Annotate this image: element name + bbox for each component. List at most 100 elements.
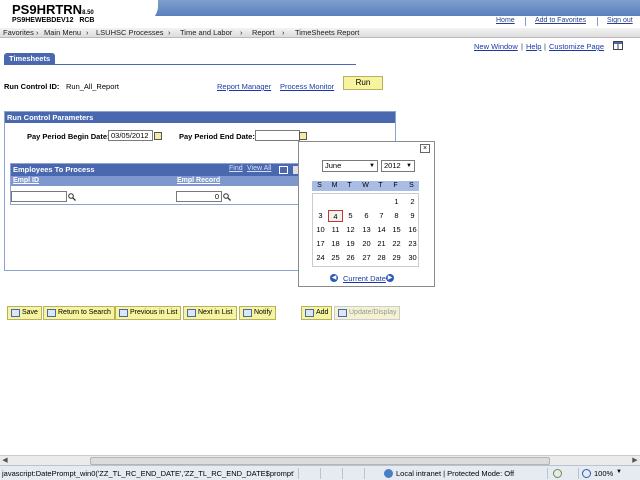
server-user: PS9HEWEBDEV12 RCB (12, 17, 95, 24)
calendar-day[interactable]: 1 (389, 196, 404, 208)
calendar-day[interactable]: 28 (374, 252, 389, 264)
return-to-search-button[interactable]: Return to Search (43, 306, 115, 320)
previous-icon[interactable]: ◀ (330, 274, 338, 282)
separator (298, 468, 299, 479)
previous-in-list-button[interactable]: Previous in List (115, 306, 182, 320)
calendar-day[interactable]: 6 (359, 210, 374, 222)
new-window-link[interactable]: New Window (474, 42, 518, 51)
menu-lsuhsc-processes[interactable]: LSUHSC Processes (96, 28, 164, 37)
menu-bar: Favorites › Main Menu › LSUHSC Processes… (0, 28, 640, 38)
zoom-icon[interactable] (582, 469, 591, 478)
calendar-day[interactable]: 13 (359, 224, 374, 236)
calendar-day[interactable]: 21 (374, 238, 389, 250)
tab-underline (4, 64, 356, 65)
empl-id-input[interactable] (11, 191, 67, 202)
menu-time-and-labor[interactable]: Time and Labor (180, 28, 232, 37)
update-icon (338, 309, 347, 317)
end-date-input[interactable] (255, 130, 300, 141)
month-select[interactable]: June ▼ (322, 160, 378, 172)
col-empl-id[interactable]: Empl ID (13, 177, 39, 184)
help-link[interactable]: Help (526, 42, 541, 51)
add-to-favorites-link[interactable]: Add to Favorites (535, 17, 586, 24)
next-icon (187, 309, 196, 317)
calendar-day[interactable]: 15 (389, 224, 404, 236)
status-bar: javascript:DatePrompt_win0('ZZ_TL_RC_END… (0, 465, 640, 480)
next-in-list-button[interactable]: Next in List (183, 306, 237, 320)
customize-page-link[interactable]: Customize Page (549, 42, 604, 51)
horizontal-scrollbar[interactable]: ◀ ▶ (0, 455, 640, 465)
calendar-day[interactable]: 2 (405, 196, 420, 208)
year-select[interactable]: 2012 ▼ (381, 160, 415, 172)
protected-mode-icon[interactable] (553, 469, 562, 478)
grid-icon[interactable] (613, 41, 623, 50)
menu-favorites[interactable]: Favorites (3, 28, 34, 37)
lookup-icon[interactable] (68, 193, 76, 201)
calendar-day[interactable]: 14 (374, 224, 389, 236)
calendar-day[interactable]: 20 (359, 238, 374, 250)
calendar-day[interactable]: 9 (405, 210, 420, 222)
calendar-day[interactable]: 16 (405, 224, 420, 236)
calendar-day[interactable]: 22 (389, 238, 404, 250)
separator (320, 468, 321, 479)
calendar-day[interactable]: 27 (359, 252, 374, 264)
calendar-day[interactable]: 5 (343, 210, 358, 222)
security-zone: Local intranet | Protected Mode: Off (396, 469, 515, 478)
scroll-left-icon[interactable]: ◀ (0, 456, 10, 465)
chevron-down-icon[interactable]: ▼ (616, 469, 622, 475)
calendar-day[interactable]: 29 (389, 252, 404, 264)
run-button[interactable]: Run (343, 76, 383, 90)
calendar-day[interactable]: 8 (389, 210, 404, 222)
previous-icon (119, 309, 128, 317)
calendar-icon[interactable] (154, 132, 162, 140)
next-icon[interactable]: ▶ (386, 274, 394, 282)
empl-record-input[interactable]: 0 (176, 191, 222, 202)
calendar-day-today[interactable]: 4 (328, 210, 343, 222)
page-header: PS9HRTRN8.50 PS9HEWEBDEV12 RCB Home Add … (0, 0, 640, 28)
return-label: Return to Search (58, 309, 111, 316)
notify-button[interactable]: Notify (239, 306, 276, 320)
calendar-day[interactable]: 19 (343, 238, 358, 250)
menu-separator: › (282, 28, 285, 37)
home-link[interactable]: Home (496, 17, 515, 24)
calendar-day[interactable]: 11 (328, 224, 343, 236)
calendar-popup: × June ▼ 2012 ▼ S M T W T F S 1 2 3 4 5 6 7 8 9 10 1… (298, 141, 435, 287)
days-of-week-row: S M T W T F S (312, 181, 419, 191)
process-monitor-link[interactable]: Process Monitor (280, 82, 334, 91)
calendar-day[interactable]: 23 (405, 238, 420, 250)
grid-zoom-icon[interactable] (279, 166, 288, 174)
calendar-day[interactable]: 10 (313, 224, 328, 236)
calendar-day[interactable]: 3 (313, 210, 328, 222)
calendar-day[interactable]: 26 (343, 252, 358, 264)
calendar-day[interactable]: 12 (343, 224, 358, 236)
separator (342, 468, 343, 479)
calendar-day[interactable]: 25 (328, 252, 343, 264)
report-manager-link[interactable]: Report Manager (217, 82, 271, 91)
add-button[interactable]: Add (301, 306, 333, 320)
calendar-day[interactable]: 18 (328, 238, 343, 250)
col-empl-record[interactable]: Empl Record (177, 177, 220, 184)
close-icon[interactable]: × (420, 144, 430, 153)
system-name: PS9HRTRN8.50 (12, 2, 94, 17)
menu-timesheets-report[interactable]: TimeSheets Report (295, 28, 359, 37)
save-button[interactable]: Save (7, 306, 42, 320)
calendar-day[interactable]: 24 (313, 252, 328, 264)
menu-report[interactable]: Report (252, 28, 275, 37)
lookup-icon[interactable] (223, 193, 231, 201)
menu-separator: › (240, 28, 243, 37)
menu-main-menu[interactable]: Main Menu (44, 28, 81, 37)
zoom-level[interactable]: 100% (594, 469, 613, 478)
calendar-day[interactable]: 7 (374, 210, 389, 222)
begin-date-input[interactable]: 03/05/2012 (108, 130, 153, 141)
dow-label: W (362, 182, 369, 189)
view-all-link[interactable]: View All (247, 165, 271, 172)
scroll-right-icon[interactable]: ▶ (630, 456, 640, 465)
scroll-thumb[interactable] (90, 457, 550, 465)
calendar-day[interactable]: 30 (405, 252, 420, 264)
calendar-icon[interactable] (299, 132, 307, 140)
current-date-link[interactable]: Current Date (343, 274, 386, 283)
sign-out-link[interactable]: Sign out (607, 17, 633, 24)
notify-icon (243, 309, 252, 317)
menu-separator: › (36, 28, 39, 37)
calendar-day[interactable]: 17 (313, 238, 328, 250)
find-link[interactable]: Find (229, 165, 243, 172)
